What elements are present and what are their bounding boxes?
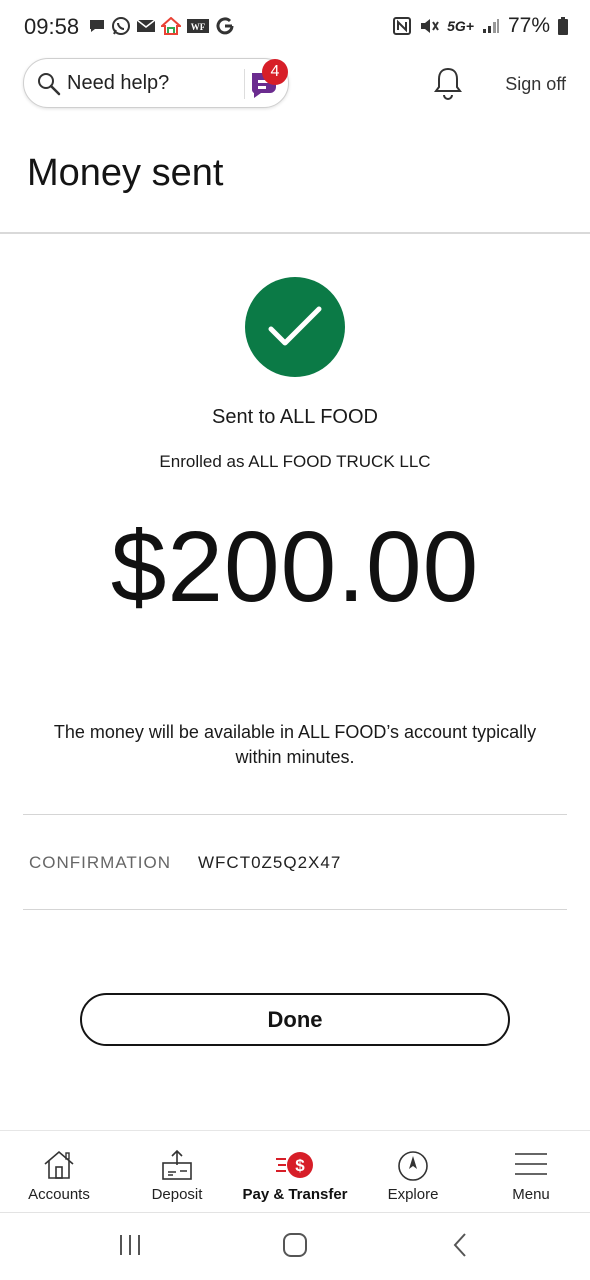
nfc-icon bbox=[393, 17, 412, 35]
nav-label-menu: Menu bbox=[512, 1186, 550, 1203]
nav-menu[interactable]: Menu bbox=[472, 1131, 590, 1214]
nav-label-explore: Explore bbox=[387, 1186, 439, 1203]
home-button-icon[interactable] bbox=[281, 1231, 309, 1259]
compass-icon bbox=[398, 1151, 428, 1181]
notification-badge: 4 bbox=[262, 59, 288, 85]
confirmation-divider-top bbox=[23, 814, 567, 815]
nav-deposit[interactable]: Deposit bbox=[118, 1131, 236, 1214]
confirmation-label: CONFIRMATION bbox=[29, 853, 172, 872]
signal-icon bbox=[482, 19, 499, 33]
page-title: Money sent bbox=[27, 152, 224, 194]
money-sent-screen: 09:58 WF 5G+ 77% Need help? 4 Sign off M… bbox=[0, 0, 590, 1280]
bell-icon[interactable] bbox=[432, 66, 464, 100]
system-status: 5G+ 77% bbox=[393, 14, 568, 38]
back-icon[interactable] bbox=[450, 1231, 470, 1259]
mute-icon bbox=[421, 19, 439, 33]
search-divider bbox=[244, 69, 245, 99]
nav-label-pay-transfer: Pay & Transfer bbox=[242, 1186, 348, 1203]
google-home-icon bbox=[161, 17, 181, 35]
sign-off-link[interactable]: Sign off bbox=[505, 74, 566, 95]
deposit-icon bbox=[162, 1149, 192, 1180]
nav-accounts[interactable]: Accounts bbox=[0, 1131, 118, 1214]
menu-icon bbox=[515, 1153, 547, 1175]
chat-bubble-icon bbox=[90, 20, 104, 32]
whatsapp-icon bbox=[112, 17, 130, 35]
amount-sent: $200.00 bbox=[110, 511, 480, 623]
nav-explore[interactable]: Explore bbox=[354, 1131, 472, 1214]
success-check-icon bbox=[245, 277, 345, 377]
battery-icon bbox=[558, 17, 568, 35]
availability-note: The money will be available in ALL FOOD’… bbox=[53, 722, 537, 767]
android-system-nav bbox=[0, 1213, 590, 1280]
battery-percent: 77% bbox=[507, 14, 550, 37]
sent-to-text: Sent to ALL FOOD bbox=[211, 406, 378, 428]
svg-text:WF: WF bbox=[191, 22, 206, 32]
nav-label-deposit: Deposit bbox=[151, 1186, 203, 1203]
nav-pay-transfer[interactable]: $ Pay & Transfer bbox=[236, 1131, 354, 1214]
nav-label-accounts: Accounts bbox=[28, 1186, 90, 1203]
confirmation-divider-bottom bbox=[23, 909, 567, 910]
google-icon bbox=[216, 17, 234, 35]
status-bar: 09:58 WF 5G+ 77% bbox=[0, 0, 590, 56]
need-help-label: Need help? bbox=[67, 72, 170, 94]
mail-icon bbox=[136, 19, 156, 32]
notification-icons: WF bbox=[88, 16, 235, 36]
title-divider bbox=[0, 232, 590, 234]
done-button[interactable]: Done bbox=[80, 993, 510, 1046]
need-help-search[interactable]: Need help? bbox=[23, 58, 289, 108]
search-icon bbox=[38, 73, 61, 96]
home-icon bbox=[44, 1150, 74, 1179]
confirmation-number: WFCT0Z5Q2X47 bbox=[198, 853, 342, 872]
enrolled-as-text: Enrolled as ALL FOOD TRUCK LLC bbox=[159, 452, 431, 471]
svg-text:$: $ bbox=[295, 1156, 305, 1175]
recent-apps-icon[interactable] bbox=[117, 1231, 143, 1259]
bottom-nav: Accounts Deposit $ Pay & Transfer Explor… bbox=[0, 1130, 590, 1213]
wf-icon: WF bbox=[187, 19, 209, 33]
status-time: 09:58 bbox=[24, 14, 80, 39]
network-type: 5G+ bbox=[447, 18, 474, 34]
pay-transfer-icon: $ bbox=[276, 1152, 313, 1178]
